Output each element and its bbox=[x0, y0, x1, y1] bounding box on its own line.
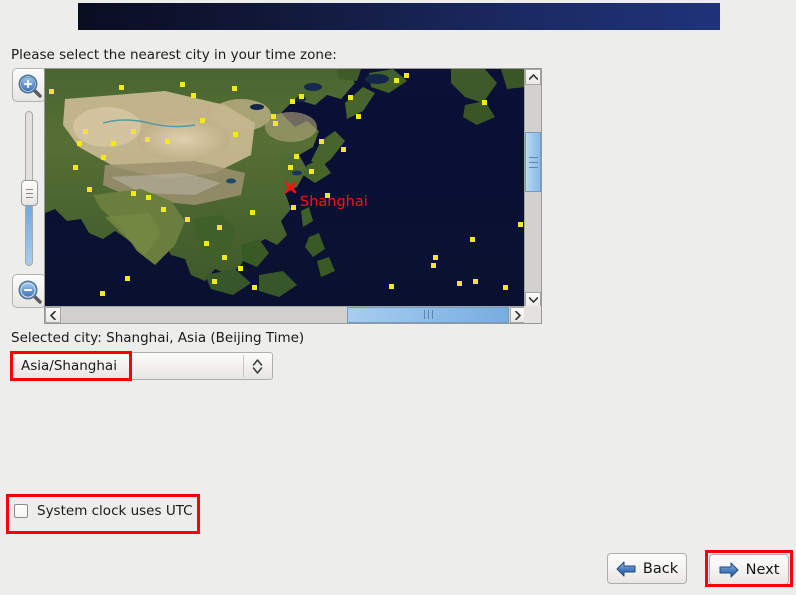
map-horizontal-scroll-thumb[interactable] bbox=[347, 307, 509, 323]
back-button-label: Back bbox=[643, 561, 678, 577]
chevron-right-icon bbox=[515, 311, 521, 320]
installer-banner bbox=[78, 3, 720, 30]
timezone-combo-value: Asia/Shanghai bbox=[21, 358, 117, 374]
world-map-canvas[interactable]: Shanghai bbox=[45, 69, 526, 308]
selected-city-map-label: Shanghai bbox=[300, 194, 368, 210]
system-clock-utc-label: System clock uses UTC bbox=[37, 503, 193, 519]
map-vertical-scroll-thumb[interactable] bbox=[525, 132, 541, 192]
magnifier-minus-icon bbox=[17, 279, 43, 305]
combo-updown-chevron-icon bbox=[251, 357, 264, 376]
scroll-up-button[interactable] bbox=[525, 69, 541, 85]
next-button-label: Next bbox=[746, 562, 780, 578]
system-clock-utc-row[interactable]: System clock uses UTC bbox=[14, 503, 193, 519]
zoom-slider[interactable] bbox=[25, 111, 33, 266]
scroll-left-button[interactable] bbox=[45, 307, 61, 323]
timezone-combo-box[interactable]: Asia/Shanghai bbox=[11, 352, 273, 380]
zoom-out-button[interactable] bbox=[12, 274, 46, 308]
chevron-left-icon bbox=[50, 311, 56, 320]
timezone-map-region: Shanghai bbox=[12, 68, 542, 324]
map-frame: Shanghai bbox=[44, 68, 542, 324]
system-clock-utc-checkbox[interactable] bbox=[14, 504, 28, 518]
combo-separator bbox=[243, 355, 244, 377]
arrow-right-icon bbox=[719, 562, 739, 578]
page-title: Please select the nearest city in your t… bbox=[11, 47, 337, 63]
selected-city-text: Selected city: Shanghai, Asia (Beijing T… bbox=[11, 330, 304, 346]
zoom-in-button[interactable] bbox=[12, 68, 46, 102]
arrow-left-icon bbox=[616, 561, 636, 577]
chevron-up-icon bbox=[529, 74, 538, 80]
next-button[interactable]: Next bbox=[709, 554, 789, 585]
map-vertical-scrollbar[interactable] bbox=[524, 69, 541, 308]
satellite-map-image bbox=[45, 69, 526, 308]
zoom-slider-handle[interactable] bbox=[21, 180, 38, 206]
scrollbar-corner bbox=[524, 306, 541, 323]
map-horizontal-scrollbar[interactable] bbox=[45, 306, 526, 323]
magnifier-plus-icon bbox=[17, 73, 43, 99]
back-button[interactable]: Back bbox=[607, 553, 687, 584]
chevron-down-icon bbox=[529, 297, 538, 303]
